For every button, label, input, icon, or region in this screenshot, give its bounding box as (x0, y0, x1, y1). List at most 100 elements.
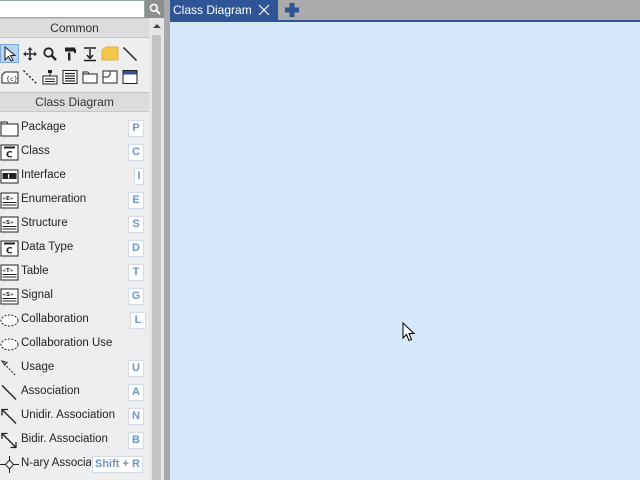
constraint-tool-button[interactable]: {c} (0, 67, 19, 86)
tab-class-diagram[interactable]: Class Diagram (170, 0, 278, 20)
zoom-tool-button[interactable] (40, 44, 59, 63)
folder-icon (82, 71, 97, 83)
palette-item-label: Enumeration (21, 193, 87, 205)
anchor-tool-button[interactable] (80, 44, 99, 63)
palette-item-nary-association[interactable]: N-ary Association Shift + R (0, 453, 149, 475)
palette-item-collaboration-use[interactable]: Collaboration Use (0, 333, 149, 355)
palette-item-bidir-association[interactable]: Bidir. Association B (0, 429, 149, 451)
table-icon: «T» (0, 264, 19, 281)
move-tool-button[interactable] (20, 44, 39, 63)
magnifier-icon (42, 46, 57, 61)
line-icon (122, 46, 137, 61)
section-header-common[interactable]: Common (0, 18, 149, 38)
dashed-line-icon (22, 69, 37, 84)
stereotype-tool-button[interactable] (40, 67, 59, 86)
collaboration-use-icon (0, 338, 19, 351)
mouse-pointer-icon (402, 322, 416, 342)
package-icon (0, 121, 19, 137)
palette-search-button[interactable] (145, 0, 164, 18)
palette-item-package[interactable]: Package P (0, 117, 149, 139)
common-tool-grid: {c} (0, 42, 149, 88)
palette-item-label: Collaboration (21, 313, 89, 325)
format-painter-tool-button[interactable] (60, 44, 79, 63)
diagram-palette: Common {c} Class Diagram Package P C Cla… (0, 0, 164, 480)
palette-item-signal[interactable]: «S» Signal G (0, 285, 149, 307)
shortcut-key-badge: Shift + R (92, 456, 143, 473)
palette-item-label: Table (21, 265, 49, 277)
text-block-icon (62, 69, 77, 84)
shortcut-key-badge: B (128, 432, 144, 449)
close-icon[interactable] (258, 4, 270, 16)
shortcut-key-badge: N (128, 408, 144, 425)
palette-item-interface[interactable]: I Interface I (0, 165, 149, 187)
palette-item-label: Collaboration Use (21, 337, 113, 349)
tab-label: Class Diagram (173, 3, 252, 17)
move-icon (22, 46, 37, 61)
palette-item-label: Unidir. Association (21, 409, 115, 421)
palette-item-label: Package (21, 121, 66, 133)
palette-item-label: Data Type (21, 241, 74, 253)
palette-item-data-type[interactable]: C Data Type D (0, 237, 149, 259)
interface-icon: I (0, 169, 19, 184)
palette-item-unidir-association[interactable]: Unidir. Association N (0, 405, 149, 427)
shortcut-key-badge: C (128, 144, 144, 161)
folder-tool-button[interactable] (80, 67, 99, 86)
palette-item-label: Bidir. Association (21, 433, 108, 445)
anchor-down-icon (83, 46, 96, 61)
section-header-class-diagram[interactable]: Class Diagram (0, 92, 149, 112)
palette-item-collaboration[interactable]: Collaboration L (0, 309, 149, 331)
shortcut-key-badge: D (128, 240, 144, 257)
palette-scrollbar[interactable] (149, 18, 164, 480)
shortcut-key-badge: P (128, 120, 144, 137)
palette-item-association[interactable]: Association A (0, 381, 149, 403)
scrollbar-thumb[interactable] (152, 35, 161, 480)
palette-item-table[interactable]: «T» Table T (0, 261, 149, 283)
signal-icon: «S» (0, 288, 19, 305)
svg-text:I: I (8, 173, 10, 180)
svg-text:C: C (6, 151, 13, 161)
diagram-canvas[interactable] (170, 22, 640, 480)
palette-item-enumeration[interactable]: «E» Enumeration E (0, 189, 149, 211)
search-icon (149, 3, 161, 15)
svg-text:{c}: {c} (6, 75, 18, 83)
frame-tool-button[interactable] (100, 67, 119, 86)
palette-item-label: Interface (21, 169, 66, 181)
shortcut-key-badge: S (128, 216, 144, 233)
shortcut-key-badge: U (128, 360, 144, 377)
line-tool-button[interactable] (120, 44, 139, 63)
window-tool-button[interactable] (120, 67, 139, 86)
palette-item-label: Structure (21, 217, 68, 229)
palette-search-input[interactable] (0, 0, 145, 18)
association-icon (1, 385, 17, 400)
palette-item-structure[interactable]: «S» Structure S (0, 213, 149, 235)
select-tool-button[interactable] (0, 44, 19, 63)
unidir-association-icon (1, 408, 17, 424)
constraint-icon: {c} (1, 71, 18, 83)
palette-item-label: Signal (21, 289, 53, 301)
select-arrow-icon (4, 45, 16, 62)
class-icon: C (0, 144, 19, 161)
diagram-tab-bar: Class Diagram (170, 0, 640, 22)
svg-text:«E»: «E» (3, 196, 14, 202)
palette-item-label: Usage (21, 361, 55, 373)
palette-item-usage[interactable]: Usage U (0, 357, 149, 379)
enumeration-icon: «E» (0, 192, 19, 209)
svg-text:«S»: «S» (3, 220, 15, 226)
data-type-icon: C (0, 240, 19, 257)
shortcut-key-badge: L (130, 312, 146, 329)
shortcut-key-badge: I (134, 168, 144, 185)
add-tab-plus-icon[interactable] (284, 2, 300, 18)
svg-text:«S»: «S» (3, 292, 15, 298)
text-tool-button[interactable] (60, 67, 79, 86)
note-icon (101, 46, 118, 60)
shortcut-key-badge: G (128, 288, 144, 305)
palette-search (0, 0, 164, 18)
note-tool-button[interactable] (100, 44, 119, 63)
palette-item-class[interactable]: C Class C (0, 141, 149, 163)
nary-association-icon (0, 456, 19, 473)
format-painter-icon (64, 47, 76, 60)
palette-item-label: Class (21, 145, 50, 157)
svg-text:«T»: «T» (3, 268, 14, 274)
dashed-line-tool-button[interactable] (20, 67, 39, 86)
scroll-up-button[interactable] (149, 18, 164, 34)
